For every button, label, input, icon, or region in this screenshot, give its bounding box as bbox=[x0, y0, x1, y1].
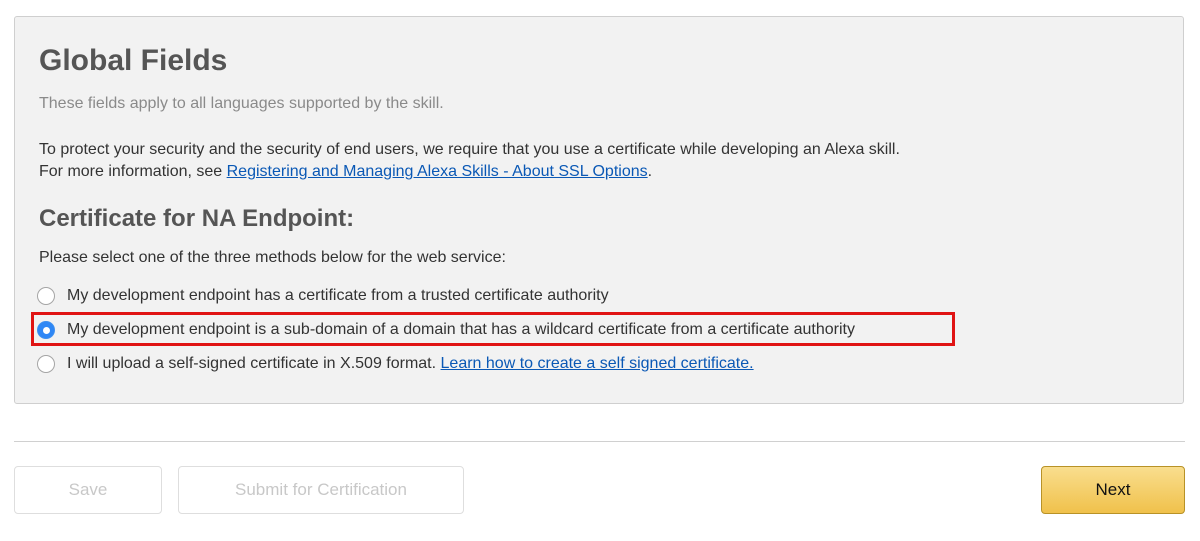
certificate-option-self-signed[interactable]: I will upload a self-signed certificate … bbox=[37, 351, 754, 377]
option-label: I will upload a self-signed certificate … bbox=[67, 355, 437, 372]
option-label: My development endpoint is a sub-domain … bbox=[67, 321, 855, 338]
self-signed-help-link[interactable]: Learn how to create a self signed certif… bbox=[441, 355, 754, 373]
global-fields-panel: Global Fields These fields apply to all … bbox=[14, 16, 1184, 404]
security-description: To protect your security and the securit… bbox=[39, 139, 900, 183]
radio-dot-icon bbox=[42, 326, 50, 334]
certificate-instruction: Please select one of the three methods b… bbox=[39, 249, 506, 266]
radio-button-unchecked[interactable] bbox=[37, 355, 55, 373]
radio-button-unchecked[interactable] bbox=[37, 287, 55, 305]
page-title: Global Fields bbox=[39, 44, 228, 77]
certificate-section-title: Certificate for NA Endpoint: bbox=[39, 205, 355, 232]
radio-button-checked[interactable] bbox=[37, 321, 55, 339]
description-prefix: For more information, see bbox=[39, 163, 227, 180]
next-button[interactable]: Next bbox=[1041, 466, 1185, 514]
submit-for-certification-button[interactable]: Submit for Certification bbox=[178, 466, 464, 514]
panel-subtitle: These fields apply to all languages supp… bbox=[39, 95, 444, 112]
certificate-option-wildcard[interactable]: My development endpoint is a sub-domain … bbox=[37, 317, 855, 343]
description-line-1: To protect your security and the securit… bbox=[39, 141, 900, 158]
save-button[interactable]: Save bbox=[14, 466, 162, 514]
option-label: My development endpoint has a certificat… bbox=[67, 287, 609, 304]
ssl-options-link[interactable]: Registering and Managing Alexa Skills - … bbox=[227, 163, 648, 180]
description-suffix: . bbox=[647, 163, 653, 180]
footer-divider bbox=[14, 441, 1185, 442]
description-line-2: For more information, see Registering an… bbox=[39, 161, 900, 183]
certificate-option-trusted-ca[interactable]: My development endpoint has a certificat… bbox=[37, 283, 609, 309]
